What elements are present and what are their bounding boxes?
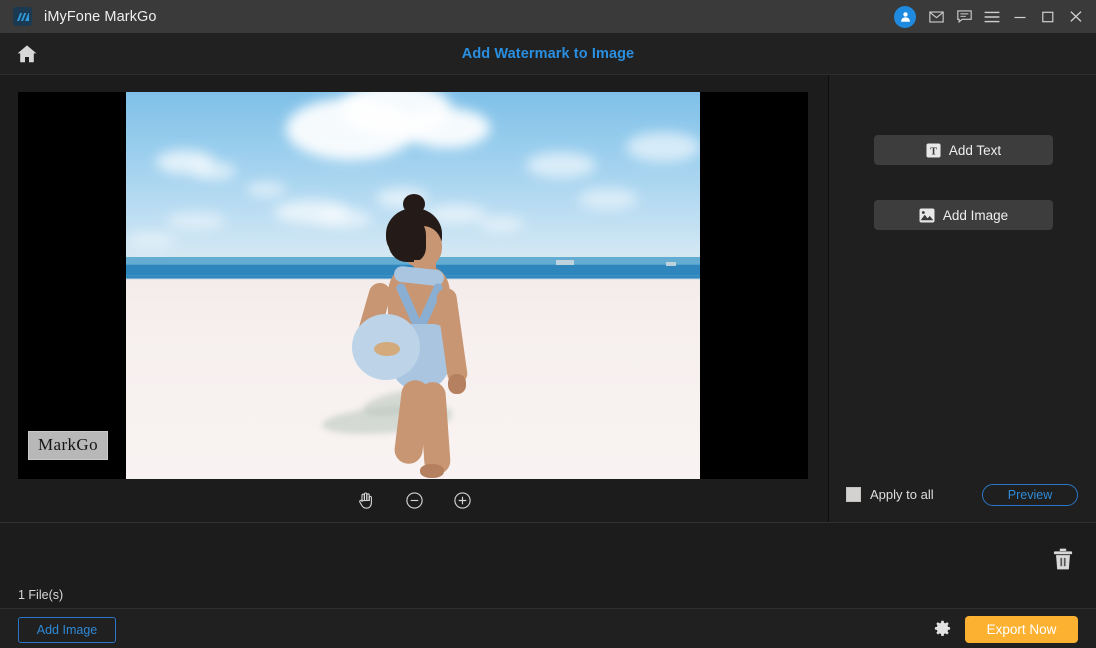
hand-icon[interactable] — [353, 487, 379, 513]
distant-boat-2 — [666, 262, 676, 266]
feedback-button[interactable] — [950, 0, 978, 33]
mail-button[interactable] — [922, 0, 950, 33]
picture-icon — [919, 207, 935, 223]
add-image-bottom-button[interactable]: Add Image — [18, 617, 116, 643]
export-now-label: Export Now — [986, 622, 1057, 637]
file-list-strip: 1 File(s) — [0, 523, 1096, 608]
export-now-button[interactable]: Export Now — [965, 616, 1078, 643]
minus-circle-icon[interactable] — [401, 487, 427, 513]
apply-to-all-checkbox[interactable] — [846, 487, 861, 502]
figure-leg-back — [418, 381, 452, 475]
plus-circle-icon[interactable] — [449, 487, 475, 513]
window-controls — [892, 0, 1090, 33]
preview-button[interactable]: Preview — [982, 484, 1078, 506]
svg-text:T: T — [930, 146, 937, 157]
app-title: iMyFone MarkGo — [44, 8, 157, 25]
figure-hand-left — [448, 374, 466, 394]
minimize-button[interactable] — [1006, 0, 1034, 33]
add-text-button[interactable]: T Add Text — [874, 135, 1053, 165]
apply-to-all-label: Apply to all — [870, 487, 934, 502]
add-image-button[interactable]: Add Image — [874, 200, 1053, 230]
distant-boat — [556, 260, 574, 265]
watermark-text[interactable]: MarkGo — [28, 431, 108, 460]
account-avatar[interactable] — [894, 5, 916, 28]
apply-to-all-row[interactable]: Apply to all — [846, 487, 934, 502]
image-letterbox: MarkGo — [18, 92, 808, 479]
page-title: Add Watermark to Image — [461, 45, 635, 62]
panel-footer: Apply to all Preview — [829, 484, 1096, 512]
add-image-label: Add Image — [942, 207, 1009, 223]
text-box-icon: T — [926, 142, 941, 158]
markgo-logo-icon — [13, 7, 32, 26]
figure-hair-back — [388, 218, 426, 262]
figure-foot — [420, 464, 444, 478]
trash-icon[interactable] — [1050, 546, 1076, 572]
bottom-bar: Add Image Export Now — [0, 608, 1096, 648]
menu-button[interactable] — [978, 0, 1006, 33]
file-count-label: 1 File(s) — [18, 588, 64, 602]
ball-pattern — [374, 342, 400, 356]
page-header: Add Watermark to Image — [0, 33, 1096, 75]
add-text-label: Add Text — [948, 142, 1002, 158]
preview-canvas-area[interactable]: MarkGo — [0, 75, 828, 522]
maximize-button[interactable] — [1034, 0, 1062, 33]
title-bar: iMyFone MarkGo — [0, 0, 1096, 33]
canvas-tools — [0, 487, 828, 513]
preview-label: Preview — [1007, 488, 1053, 502]
add-image-bottom-label: Add Image — [36, 623, 98, 637]
watermark-tools-panel: T Add Text Add Image Apply to all Previe… — [829, 75, 1096, 522]
preview-photo[interactable] — [126, 92, 700, 479]
gear-icon[interactable] — [933, 620, 952, 639]
close-button[interactable] — [1062, 0, 1090, 33]
